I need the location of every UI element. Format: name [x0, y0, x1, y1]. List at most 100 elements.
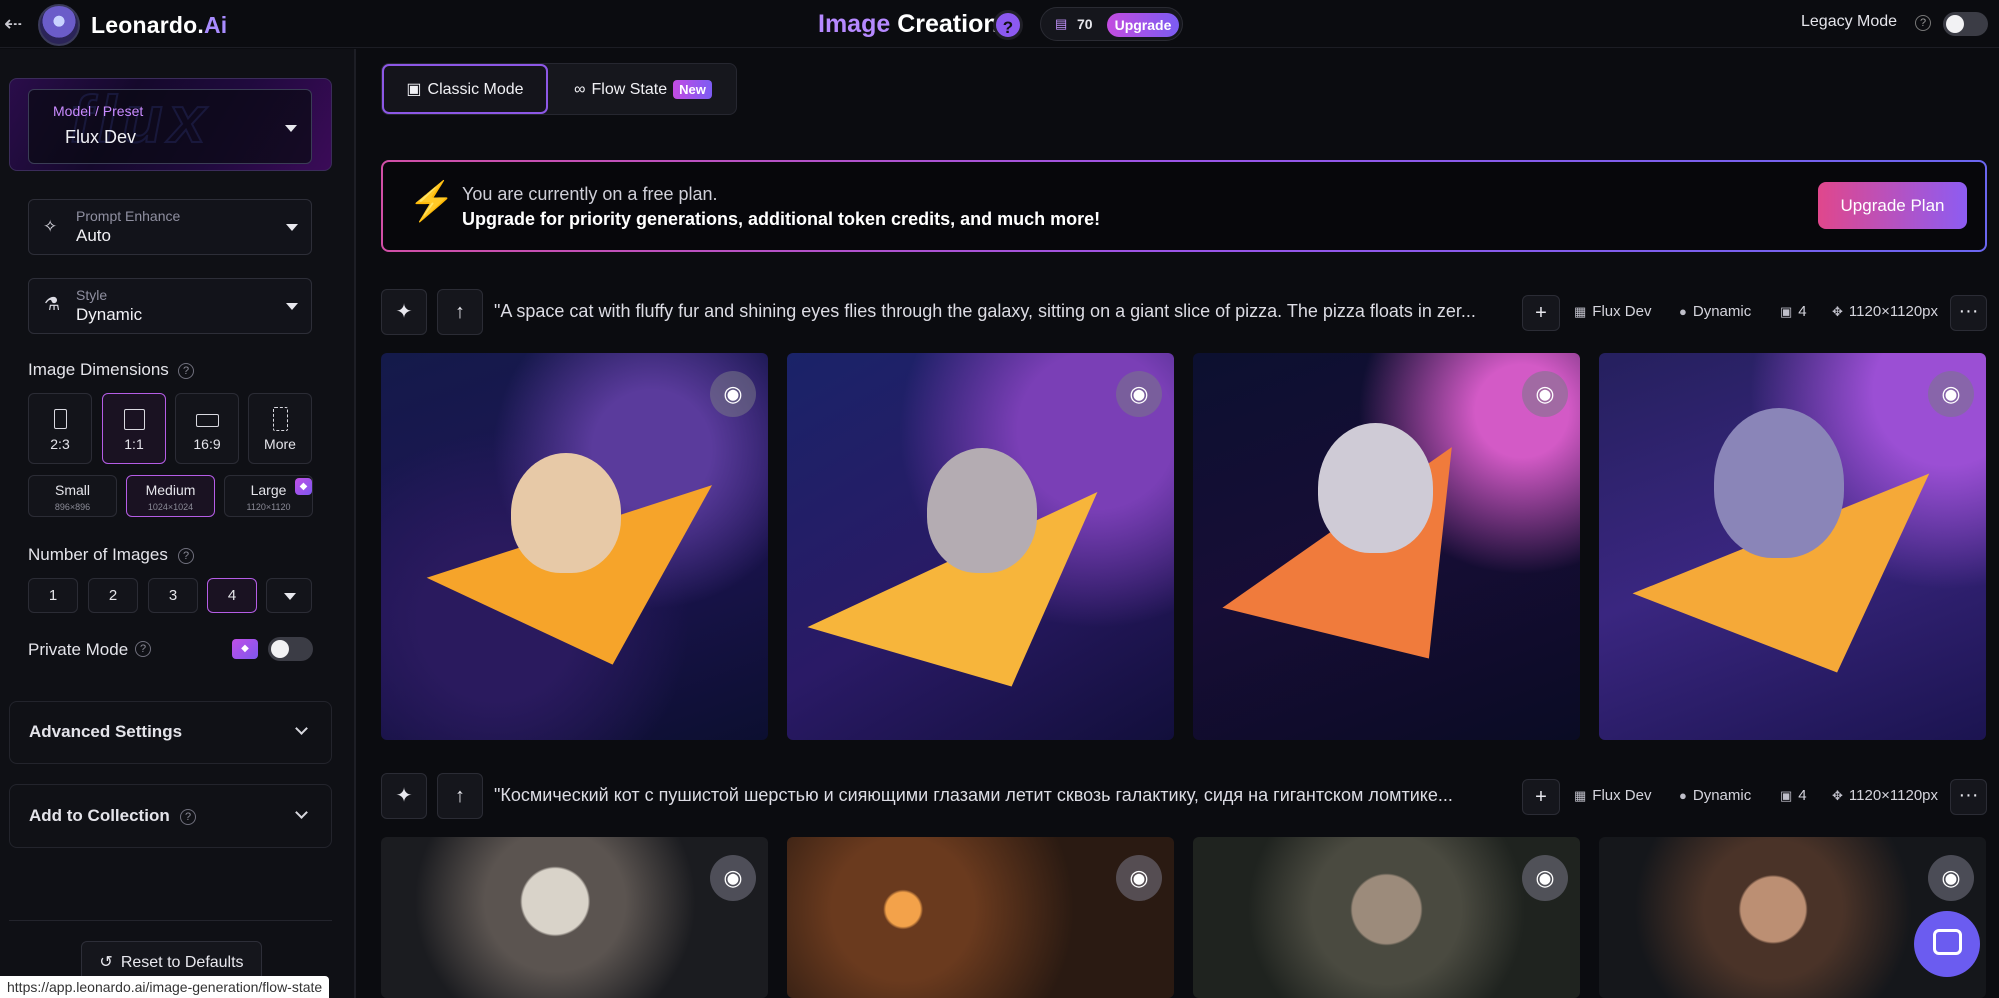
chevron-down-icon: [295, 806, 308, 819]
reset-label: Reset to Defaults: [120, 954, 244, 971]
ratio-label: 1:1: [124, 436, 144, 452]
add-plus-icon[interactable]: +: [1522, 295, 1560, 331]
brand-main: Leonardo.: [91, 12, 204, 38]
gallery-icon: ▣: [406, 81, 422, 98]
collection-help-icon[interactable]: ?: [180, 809, 196, 825]
gen-count: ▣ 4: [1780, 303, 1807, 320]
legacy-help-icon[interactable]: ?: [1915, 15, 1931, 31]
num-more-dropdown[interactable]: [266, 578, 312, 613]
generated-image[interactable]: ◉: [381, 353, 768, 740]
advanced-settings-section[interactable]: Advanced Settings: [9, 701, 332, 764]
reuse-prompt-up-arrow-icon[interactable]: ↑: [437, 773, 483, 819]
page-title: Image Creation: [818, 10, 999, 39]
chat-support-button[interactable]: [1914, 911, 1980, 977]
style-value: Dynamic: [76, 305, 143, 324]
reuse-prompt-up-arrow-icon[interactable]: ↑: [437, 289, 483, 335]
generated-image[interactable]: ◉: [787, 837, 1174, 998]
chevron-down-icon: [295, 722, 308, 735]
chat-bubble-icon: [1933, 929, 1962, 955]
private-mode-help-icon[interactable]: ?: [135, 641, 151, 657]
generated-image[interactable]: ◉: [787, 353, 1174, 740]
app-brand[interactable]: Leonardo.Ai: [91, 12, 227, 39]
ratio-16-9[interactable]: 16:9: [175, 393, 239, 464]
magic-wand-icon[interactable]: ✦: [381, 773, 427, 819]
size-large[interactable]: Large 1120×1120 ◆: [224, 475, 313, 517]
size-sub: 1024×1024: [147, 502, 194, 512]
add-plus-icon[interactable]: +: [1522, 779, 1560, 815]
gen-size: ✥ 1120×1120px: [1832, 303, 1938, 320]
generation-prompt[interactable]: "Космический кот с пушистой шерстью и си…: [494, 785, 1504, 806]
classic-mode-tab[interactable]: ▣ Classic Mode: [382, 64, 548, 114]
prompt-enhance-dropdown[interactable]: ✧ Prompt Enhance Auto: [28, 199, 312, 255]
add-to-collection-section[interactable]: Add to Collection ?: [9, 784, 332, 848]
banner-line-2: Upgrade for priority generations, additi…: [462, 209, 1101, 229]
generated-image[interactable]: ◉: [1599, 353, 1986, 740]
num-option-4[interactable]: 4: [207, 578, 257, 613]
portrait-ratio-icon: [54, 409, 67, 429]
drop-icon: ●: [1679, 304, 1687, 319]
more-options-icon[interactable]: ···: [1950, 295, 1987, 331]
token-balance[interactable]: ▤ 70 Upgrade: [1040, 7, 1183, 41]
num-option-1[interactable]: 1: [28, 578, 78, 613]
chevron-down-icon: [286, 303, 298, 310]
ratio-1-1[interactable]: 1:1: [102, 393, 166, 464]
upgrade-button[interactable]: Upgrade: [1107, 13, 1179, 37]
more-options-icon[interactable]: ···: [1950, 779, 1987, 815]
gen-size: ✥ 1120×1120px: [1832, 787, 1938, 804]
flow-state-tab[interactable]: ∞ Flow State New: [552, 64, 734, 114]
eye-icon[interactable]: ◉: [1928, 371, 1974, 417]
back-arrow-icon[interactable]: ⇠: [4, 10, 26, 38]
gen-style-label: Dynamic: [1692, 303, 1752, 320]
generation-header: ✦ ↑ "Космический кот с пушистой шерстью …: [381, 773, 1987, 821]
gen-style-label: Dynamic: [1692, 787, 1752, 804]
leonardo-logo-avatar[interactable]: [38, 4, 80, 46]
generated-image[interactable]: ◉: [1193, 837, 1580, 998]
cat: [1714, 408, 1844, 558]
private-mode-toggle[interactable]: [268, 637, 313, 661]
eye-icon[interactable]: ◉: [710, 371, 756, 417]
eye-icon[interactable]: ◉: [1522, 855, 1568, 901]
num-images-help-icon[interactable]: ?: [178, 548, 194, 564]
model-thumb-icon: ▦: [1574, 788, 1587, 803]
style-label: Style: [76, 287, 108, 303]
eye-icon[interactable]: ◉: [1522, 371, 1568, 417]
size-small[interactable]: Small 896×896: [28, 475, 117, 517]
mode-switch: ▣ Classic Mode ∞ Flow State New: [381, 63, 737, 115]
eye-icon[interactable]: ◉: [710, 855, 756, 901]
generation-prompt[interactable]: "A space cat with fluffy fur and shining…: [494, 301, 1504, 322]
number-of-images-title: Number of Images: [28, 545, 168, 564]
size-medium[interactable]: Medium 1024×1024: [126, 475, 215, 517]
gen-count-label: 4: [1798, 787, 1807, 804]
style-dropdown[interactable]: ⚗ Style Dynamic: [28, 278, 312, 334]
prompt-enhance-label: Prompt Enhance: [76, 208, 181, 224]
eye-icon[interactable]: ◉: [1116, 855, 1162, 901]
toggle-knob: [1946, 15, 1964, 33]
generated-image[interactable]: ◉: [1193, 353, 1580, 740]
gen-style: ● Dynamic: [1679, 303, 1751, 320]
generated-image[interactable]: ◉: [381, 837, 768, 998]
gen-size-label: 1120×1120px: [1848, 787, 1939, 804]
eye-icon[interactable]: ◉: [1928, 855, 1974, 901]
advanced-settings-label: Advanced Settings: [29, 722, 183, 741]
ratio-more[interactable]: More: [248, 393, 312, 464]
eye-icon[interactable]: ◉: [1116, 371, 1162, 417]
prompt-enhance-value: Auto: [76, 226, 111, 245]
gen-size-label: 1120×1120px: [1848, 303, 1939, 320]
gen-model: ▦ Flux Dev: [1574, 787, 1651, 804]
banner-line-1: You are currently on a free plan.: [462, 184, 718, 204]
num-option-3[interactable]: 3: [148, 578, 198, 613]
ratio-2-3[interactable]: 2:3: [28, 393, 92, 464]
num-option-2[interactable]: 2: [88, 578, 138, 613]
lightning-icon: ⚡: [408, 181, 456, 223]
dimensions-help-icon[interactable]: ?: [178, 363, 194, 379]
size-label: Small: [54, 482, 90, 498]
chevron-down-icon: [285, 125, 297, 132]
model-preset-dropdown[interactable]: Model / Preset Flux Dev: [28, 89, 312, 164]
square-ratio-icon: [124, 409, 145, 430]
upgrade-plan-button[interactable]: Upgrade Plan: [1818, 182, 1967, 229]
legacy-mode-toggle[interactable]: [1943, 12, 1988, 36]
magic-wand-icon[interactable]: ✦: [381, 289, 427, 335]
gen-model-label: Flux Dev: [1592, 303, 1652, 320]
help-icon[interactable]: ?: [993, 10, 1023, 40]
divider: [9, 920, 332, 921]
